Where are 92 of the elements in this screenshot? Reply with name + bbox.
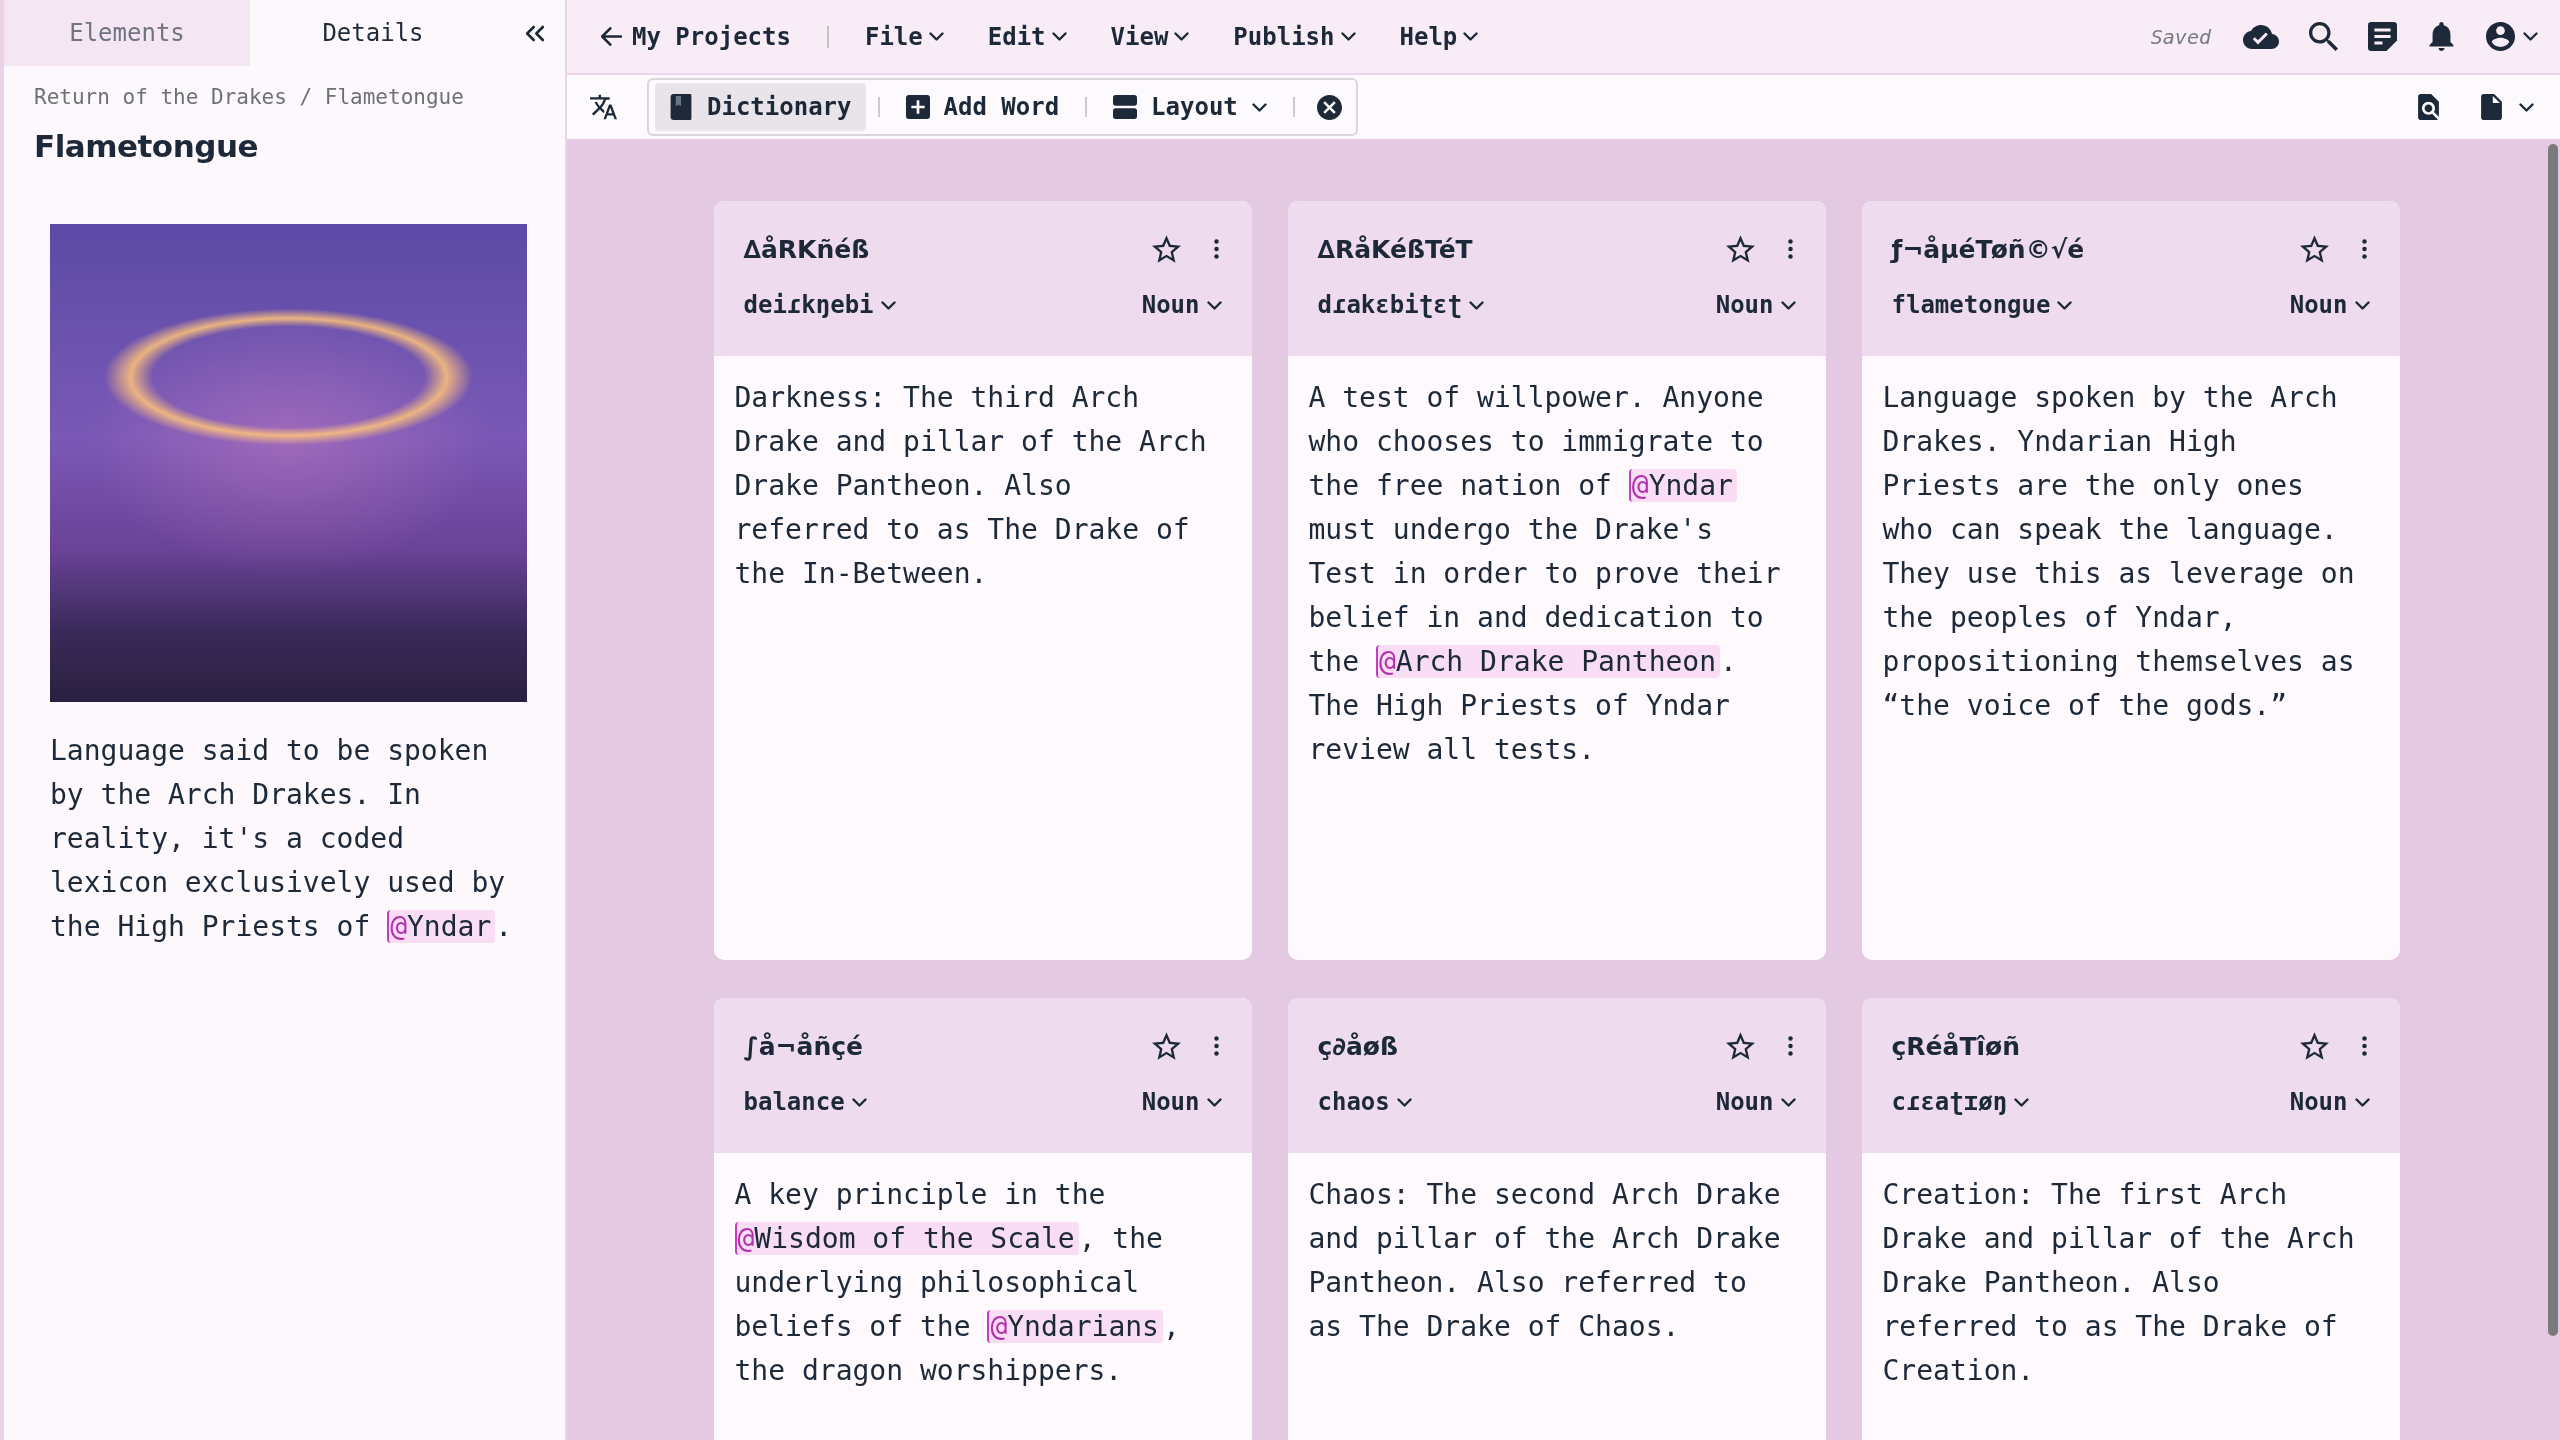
book-icon <box>669 94 693 120</box>
document-menu-button[interactable] <box>2478 94 2534 120</box>
mention-link[interactable]: @Yndar <box>387 910 496 943</box>
caret-icon <box>2519 102 2534 112</box>
kebab-menu-icon[interactable] <box>2361 239 2367 259</box>
document-search-icon[interactable] <box>2415 94 2442 120</box>
part-of-speech-dropdown[interactable]: Noun <box>1141 1088 1222 1116</box>
kebab-menu-icon[interactable] <box>1787 1036 1793 1056</box>
element-title: Flametongue <box>34 127 259 166</box>
star-icon[interactable] <box>1725 1032 1755 1060</box>
caret-icon <box>1780 300 1796 310</box>
definition-text: Darkness: The third Arch Drake and pillar of the Arch Drake Pantheon. Also referred to as The Drake of the In-Between. <box>733 380 1208 592</box>
mention-link[interactable]: @Wisdom of the Scale <box>734 1222 1079 1255</box>
arrow-left-icon <box>601 27 622 46</box>
part-of-speech-dropdown[interactable]: Noun <box>1141 291 1222 319</box>
layout-icon <box>1113 94 1138 120</box>
toolbar-button[interactable]: Dictionary <box>655 83 866 131</box>
document-icon <box>2478 94 2505 120</box>
menu-button[interactable]: File <box>864 22 944 51</box>
caret-icon <box>851 1097 867 1107</box>
breadcrumb: Return of the Drakes / Flametongue <box>34 84 464 111</box>
part-of-speech-dropdown[interactable]: Noun <box>1715 1088 1796 1116</box>
caret-icon <box>880 300 896 310</box>
definition-text: Creation: The first Arch Drake and pillar of the Arch Drake Pantheon. Also referred to as The Drake of Creation. <box>1881 1177 2356 1389</box>
scrollbar-thumb[interactable] <box>2548 144 2558 1336</box>
mention-link[interactable]: @Yndar <box>1628 469 1737 502</box>
translate-icon[interactable] <box>590 94 617 120</box>
part-of-speech-dropdown[interactable]: Noun <box>1715 291 1796 319</box>
kebab-menu-icon[interactable] <box>2361 1036 2367 1056</box>
mention-link[interactable]: @Yndarians <box>987 1310 1163 1343</box>
sidebar-tab[interactable]: Elements <box>4 0 250 66</box>
close-icon[interactable] <box>1316 94 1342 120</box>
definition-text: A key principle in the @Wisdom of the Scale, the underlying philosophical beliefs of the @Yndarians, the dragon worshippers. <box>733 1177 1181 1389</box>
caret-icon <box>1206 1097 1222 1107</box>
part-of-speech-dropdown[interactable]: Noun <box>2289 291 2370 319</box>
word-title: ç∂åøß <box>1317 1031 1398 1061</box>
pronunciation-dropdown[interactable]: chaos <box>1317 1088 1412 1116</box>
pronunciation-dropdown[interactable]: dɾakɛbiʈɛʈ <box>1317 291 1484 319</box>
word-title: ∆åRKñéß <box>743 234 870 264</box>
star-icon[interactable] <box>1725 235 1755 263</box>
word-title: çRéåTîøñ <box>1891 1031 2020 1061</box>
caret-icon <box>2354 300 2370 310</box>
toolbar-button[interactable]: Add Word <box>891 83 1074 131</box>
kebab-menu-icon[interactable] <box>1787 239 1793 259</box>
star-icon[interactable] <box>1151 235 1181 263</box>
menu-button[interactable]: Help <box>1399 22 1479 51</box>
pronunciation-dropdown[interactable]: cɾɛaʈɪøŋ <box>1891 1088 2030 1116</box>
caret-icon <box>2523 32 2538 41</box>
definition-text: Chaos: The second Arch Drake and pillar of the Arch Drake Pantheon. Also referred to as The Drake of Chaos. <box>1307 1177 1782 1345</box>
account-button[interactable] <box>2486 22 2538 51</box>
kebab-menu-icon[interactable] <box>1213 1036 1219 1056</box>
pronunciation-dropdown[interactable]: deiɾkŋebi <box>743 291 896 319</box>
caret-icon <box>1051 32 1067 41</box>
menu-button[interactable]: View <box>1110 22 1190 51</box>
kebab-menu-icon[interactable] <box>1213 239 1219 259</box>
menu-button[interactable]: Edit <box>987 22 1067 51</box>
star-icon[interactable] <box>1151 1032 1181 1060</box>
caret-icon <box>1780 1097 1796 1107</box>
definition-text: Language spoken by the Arch Drakes. Yndarian High Priests are the only ones who can speak the language. They use this as leverage on the peoples of Yndar, propositioning themselves as “the voice of the gods.” <box>1881 380 2356 724</box>
save-status: Saved <box>2150 24 2211 49</box>
back-link[interactable]: My Projects <box>601 22 791 51</box>
pronunciation-dropdown[interactable]: flametongue <box>1891 291 2073 319</box>
caret-icon <box>928 32 944 41</box>
caret-icon <box>1174 32 1190 41</box>
caret-icon <box>2014 1097 2030 1107</box>
pronunciation-dropdown[interactable]: balance <box>743 1088 867 1116</box>
menu-button[interactable]: Publish <box>1233 22 1356 51</box>
caret-icon <box>2057 300 2073 310</box>
word-title: ∫å¬åñçé <box>743 1031 863 1061</box>
account-icon <box>2486 22 2515 51</box>
search-icon[interactable] <box>2309 22 2338 51</box>
mention-link[interactable]: @Arch Drake Pantheon <box>1375 645 1721 678</box>
double-chevron-left-icon <box>525 24 545 42</box>
star-icon[interactable] <box>2299 235 2329 263</box>
caret-icon <box>1396 1097 1412 1107</box>
word-title: ∆RåKéßTéT <box>1317 234 1473 264</box>
word-title: ƒ¬åµéTøñ©√é <box>1891 234 2085 264</box>
caret-icon <box>2354 1097 2370 1107</box>
star-icon[interactable] <box>2299 1032 2329 1060</box>
caret-icon <box>1251 102 1267 112</box>
description-text: Language said to be spoken by the Arch Drakes. In reality, it's a coded lexicon exclusively used by the High Priests of @Yndar. <box>50 733 514 945</box>
caret-icon <box>1206 300 1222 310</box>
part-of-speech-dropdown[interactable]: Noun <box>2289 1088 2370 1116</box>
caret-icon <box>1340 32 1356 41</box>
caret-icon <box>1469 300 1484 310</box>
sidebar-tab[interactable]: Details <box>250 0 496 66</box>
notes-icon[interactable] <box>2368 22 2397 51</box>
caret-icon <box>1463 32 1479 41</box>
definition-text: A test of willpower. Anyone who chooses to immigrate to the free nation of @Yndar must undergo the Drake's Test in order to prove their belief in and dedication to the @Arch Drake Pantheon. The High Priests of Yndar review all tests. <box>1307 380 1782 768</box>
toolbar-button[interactable]: Layout <box>1099 83 1281 131</box>
cloud-check-icon <box>2243 24 2279 49</box>
bell-icon[interactable] <box>2427 22 2456 51</box>
